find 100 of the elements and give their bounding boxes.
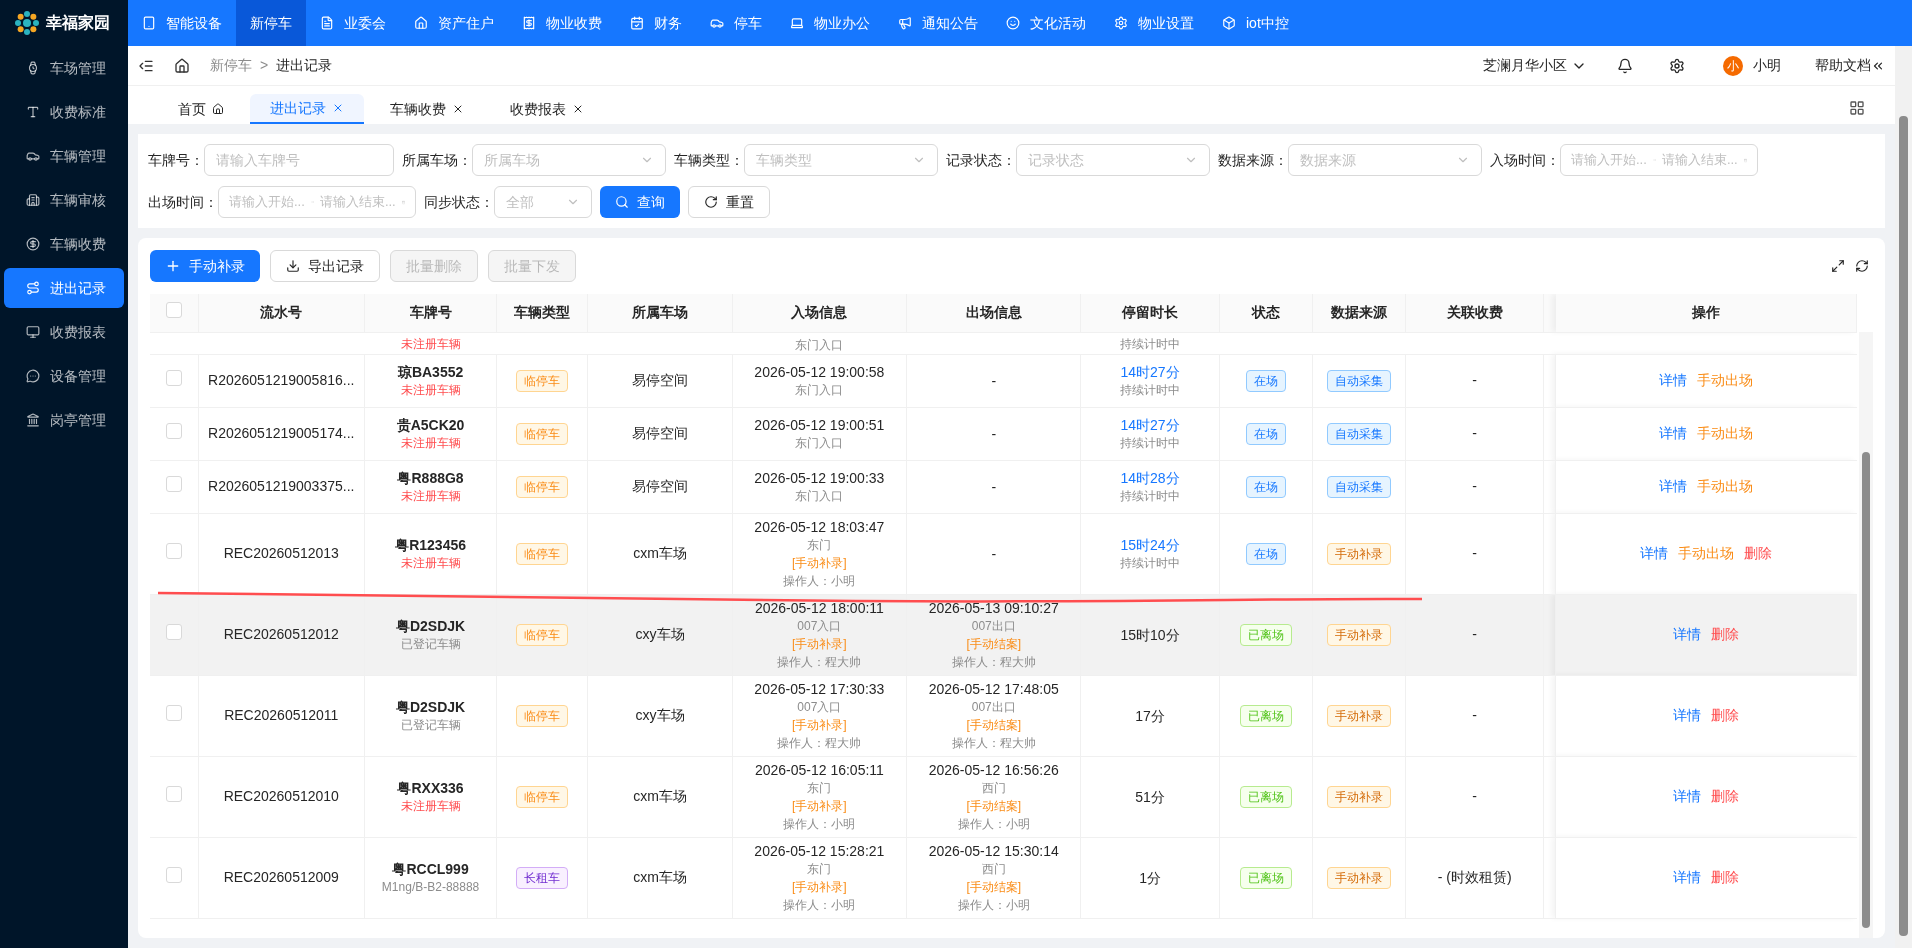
plate-note: 未注册车辆 — [400, 554, 461, 572]
sidebar-item[interactable]: 车辆审核 — [4, 180, 124, 220]
action-link[interactable]: 手动出场 — [1697, 476, 1754, 497]
page-tab[interactable]: 收费报表 — [490, 94, 604, 124]
fullscreen-icon[interactable] — [1831, 259, 1845, 273]
top-nav-item[interactable]: 物业收费 — [508, 0, 616, 46]
table-row[interactable]: REC20260512009 粤RCCL999 M1ng/B-B2-88888 长租车 cxm车场 2026-05-12 15:28:21 东门 [手动补录] 操作人：小明 2026-05-12 15:30:14 西门 [手动结案] 操作人：小明 1分 已离场 手动补录 - (时效租赁) 详情 删除 — [150, 837, 1857, 918]
action-link[interactable]: 删除 — [1711, 867, 1740, 888]
reset-button[interactable]: 重置 — [688, 186, 770, 218]
top-nav-item[interactable]: 智能设备 — [128, 0, 236, 46]
row-checkbox[interactable] — [165, 866, 182, 883]
vehicle-type-tag: 临停车 — [516, 542, 569, 565]
home-icon[interactable] — [174, 57, 190, 74]
time-text: 2026-05-12 15:30:14 — [928, 841, 1059, 860]
top-nav-item[interactable]: 文化活动 — [992, 0, 1100, 46]
row-checkbox[interactable] — [165, 785, 182, 802]
action-link[interactable]: 删除 — [1711, 705, 1740, 726]
action-link[interactable]: 详情 — [1673, 624, 1702, 645]
row-checkbox[interactable] — [165, 623, 182, 640]
page-tab[interactable]: 进出记录 — [250, 94, 364, 124]
table-row[interactable]: R2026051219003375... 粤R888G8 未注册车辆 临停车 易停空间 2026-05-12 19:00:33 东门入口 - 14时28分 持续计时中 在场 自动采集 - 详情 手动出场 — [150, 460, 1857, 513]
table-scrollbar[interactable] — [1859, 332, 1873, 938]
action-link[interactable]: 详情 — [1659, 476, 1688, 497]
top-nav-item[interactable]: iot中控 — [1208, 0, 1303, 46]
grid-icon[interactable] — [1849, 100, 1865, 116]
letter-icon — [26, 105, 40, 119]
duration-note: 持续计时中 — [1120, 381, 1181, 399]
search-button[interactable]: 查询 — [600, 186, 680, 218]
action-link[interactable]: 手动出场 — [1678, 543, 1735, 564]
sidebar-item[interactable]: 设备管理 — [4, 356, 124, 396]
action-link[interactable]: 详情 — [1640, 543, 1669, 564]
search-icon — [615, 195, 629, 209]
top-nav-item[interactable]: 业委会 — [306, 0, 400, 46]
action-link[interactable]: 详情 — [1673, 705, 1702, 726]
sidebar-item[interactable]: 车辆收费 — [4, 224, 124, 264]
refresh-icon[interactable] — [1855, 259, 1869, 273]
sidebar-item[interactable]: 车辆管理 — [4, 136, 124, 176]
top-nav-item[interactable]: 资产住户 — [400, 0, 508, 46]
action-link[interactable]: 删除 — [1744, 543, 1773, 564]
sidebar-item[interactable]: 收费标准 — [4, 92, 124, 132]
vehicle-type-tag: 临停车 — [516, 475, 569, 498]
serial-number: R2026051219005174... — [208, 425, 355, 441]
settings-icon[interactable] — [1669, 57, 1685, 74]
page-tab[interactable]: 首页 — [158, 94, 244, 124]
top-nav-item[interactable]: 财务 — [616, 0, 696, 46]
operator-text: 操作人：小明 — [957, 896, 1030, 914]
row-checkbox[interactable] — [165, 475, 182, 492]
community-selector[interactable]: 芝澜月华小区 — [1483, 55, 1587, 76]
plate-note: 已登记车辆 — [400, 716, 461, 734]
breadcrumb-item[interactable]: 新停车 — [210, 55, 252, 76]
source-tag: 自动采集 — [1326, 422, 1391, 445]
action-link[interactable]: 删除 — [1711, 624, 1740, 645]
input-field[interactable]: 请输入车牌号 — [204, 144, 394, 176]
table-row[interactable]: R2026051219005816... 琼BA3552 未注册车辆 临停车 易停空间 2026-05-12 19:00:58 东门入口 - 14时27分 持续计时中 在场 自动采集 - 详情 手动出场 — [150, 354, 1857, 407]
top-nav-item[interactable]: 物业设置 — [1100, 0, 1208, 46]
action-link[interactable]: 详情 — [1659, 423, 1688, 444]
row-checkbox[interactable] — [165, 542, 182, 559]
row-checkbox[interactable] — [165, 422, 182, 439]
sidebar-item[interactable]: 岗亭管理 — [4, 400, 124, 440]
action-link[interactable]: 详情 — [1673, 786, 1702, 807]
row-checkbox[interactable] — [165, 704, 182, 721]
action-link[interactable]: 手动出场 — [1697, 370, 1754, 391]
sidebar-item[interactable]: 收费报表 — [4, 312, 124, 352]
table-row[interactable]: REC20260512013 粤R123456 未注册车辆 临停车 cxm车场 2026-05-12 18:03:47 东门 [手动补录] 操作人：小明 - 15时24分 持续计时中 在场 手动补录 - 详情 手动出场 删除 — [150, 513, 1857, 594]
page-scrollbar[interactable] — [1895, 46, 1912, 948]
source-tag: 手动补录 — [1326, 542, 1391, 565]
plate-number: 粤D2SDJK — [395, 697, 466, 716]
action-link[interactable]: 详情 — [1673, 867, 1702, 888]
action-link[interactable]: 删除 — [1711, 786, 1740, 807]
row-checkbox[interactable] — [165, 369, 182, 386]
top-nav-item[interactable]: 通知公告 — [884, 0, 992, 46]
row-checkbox[interactable] — [165, 301, 182, 318]
plate-number: 粤R123456 — [395, 535, 466, 554]
page-tab[interactable]: 车辆收费 — [370, 94, 484, 124]
time-text: 2026-05-12 18:00:11 — [754, 598, 884, 617]
close-icon[interactable] — [452, 103, 464, 115]
parking-lot-name: 易停空间 — [632, 478, 689, 494]
action-link[interactable]: 手动出场 — [1697, 423, 1754, 444]
duration-text: 14时27分 — [1120, 362, 1180, 381]
table-row[interactable]: REC20260512010 粤RXX336 未注册车辆 临停车 cxm车场 2026-05-12 16:05:11 东门 [手动补录] 操作人：小明 2026-05-12 16:56:26 西门 [手动结案] 操作人：小明 51分 已离场 手动补录 - 详情 删除 — [150, 756, 1857, 837]
user-avatar[interactable]: 小 — [1723, 55, 1743, 76]
table-row[interactable]: REC20260512011 粤D2SDJK 已登记车辆 临停车 cxy车场 2026-05-12 17:30:33 007入口 [手动补录] 操作人：程大帅 2026-05-12 17:48:05 007出口 [手动结案] 操作人：程大帅 17分 已离场 手动补录 - 详情 删除 — [150, 675, 1857, 756]
watch-icon — [26, 61, 40, 75]
toolbar-button[interactable]: 导出记录 — [270, 250, 380, 282]
action-link[interactable]: 详情 — [1659, 370, 1688, 391]
table-row[interactable]: REC20260512012 粤D2SDJK 已登记车辆 临停车 cxy车场 2026-05-12 18:00:11 007入口 [手动补录] 操作人：程大帅 2026-05-13 09:10:27 007出口 [手动结案] 操作人：程大帅 15时10分 已离场 手动补录 - 详情 删除 — [150, 594, 1857, 675]
top-nav-item[interactable]: 新停车 — [236, 0, 306, 46]
top-nav-item[interactable]: 停车 — [696, 0, 776, 46]
close-icon[interactable] — [572, 103, 584, 115]
table-row[interactable]: R2026051219005174... 贵A5CK20 未注册车辆 临停车 易停空间 2026-05-12 19:00:51 东门入口 - 14时27分 持续计时中 在场 自动采集 - 详情 手动出场 — [150, 407, 1857, 460]
duration-note: 持续计时中 — [1120, 487, 1181, 505]
top-nav-item[interactable]: 物业办公 — [776, 0, 884, 46]
toolbar-button[interactable]: 手动补录 — [150, 250, 260, 282]
sidebar-item[interactable]: 进出记录 — [4, 268, 124, 308]
sidebar-item[interactable]: 车场管理 — [4, 48, 124, 88]
operator-text: 操作人：程大帅 — [777, 734, 862, 752]
help-docs-link[interactable]: 帮助文档 — [1815, 55, 1885, 76]
duration-text: 15时10分 — [1120, 625, 1180, 644]
bell-icon[interactable] — [1617, 57, 1633, 74]
breadcrumb-item: 进出记录 — [276, 56, 333, 75]
